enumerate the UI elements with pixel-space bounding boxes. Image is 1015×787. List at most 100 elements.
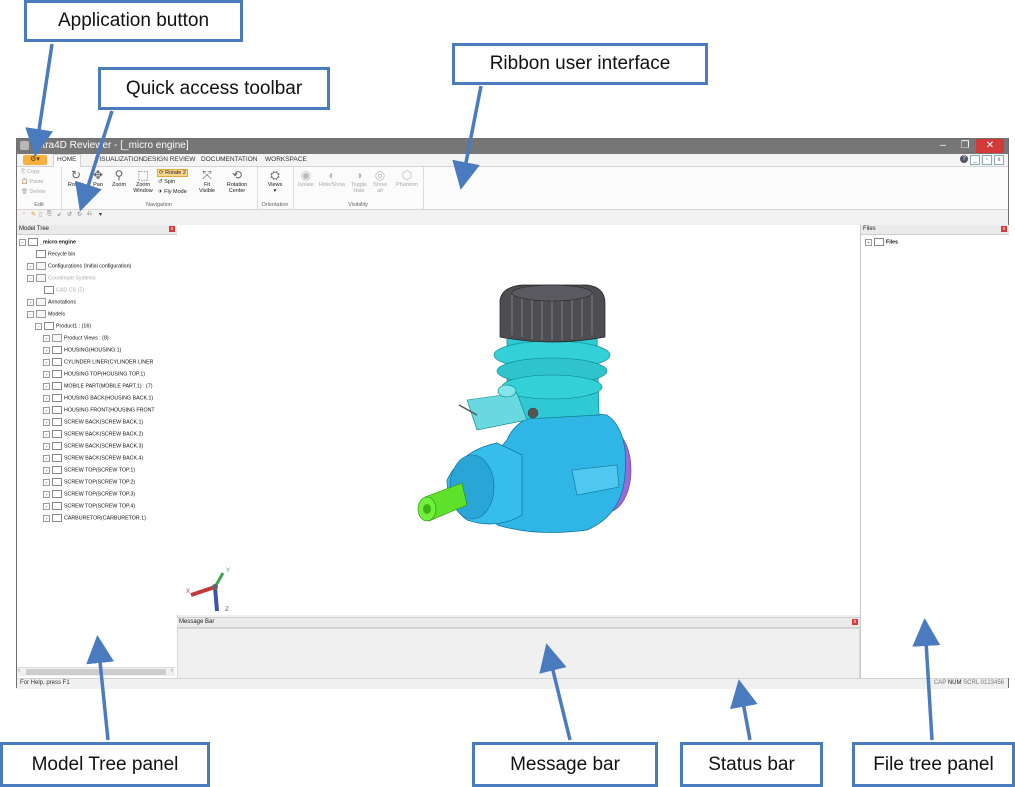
tree-item[interactable]: + CARBURETOR(CARBURETOR.1) [43, 514, 146, 522]
hide-show-button[interactable]: ◐ Hide/Show [317, 169, 347, 188]
tab-home[interactable]: HOME [53, 154, 81, 167]
scroll-thumb[interactable] [26, 669, 166, 675]
expand-icon[interactable]: + [43, 334, 50, 342]
copy-button[interactable]: ⎘ Copy [21, 169, 40, 176]
rotate-button[interactable]: ↻ Rotate [64, 169, 88, 188]
expand-icon[interactable]: + [43, 466, 50, 474]
ribbon-restore-button[interactable]: ▫ [982, 155, 992, 165]
expand-icon[interactable]: + [43, 418, 50, 426]
tree-item[interactable]: + SCREW BACK(SCREW BACK.4) [43, 454, 143, 462]
expand-icon[interactable]: + [43, 502, 50, 510]
qat-tool1-icon[interactable]: ↙ [57, 211, 62, 218]
files-close-button[interactable]: x [1001, 226, 1007, 232]
tree-item[interactable]: + HOUSING FRONT(HOUSING FRONT [43, 406, 155, 414]
scroll-left-icon[interactable]: ‹ [18, 668, 20, 674]
ribbon-minimize-button[interactable]: _ [970, 155, 980, 165]
rotation-center-button[interactable]: ⟲ Rotation Center [221, 169, 253, 194]
pan-button[interactable]: ✥ Pan [88, 169, 108, 188]
expand-icon[interactable]: + [43, 346, 50, 354]
tree-item[interactable]: + MOBILE PART(MOBILE PART.1) : (7) [43, 382, 153, 390]
zoom-button[interactable]: ⚲ Zoom [108, 169, 130, 188]
tree-item[interactable]: + SCREW BACK(SCREW BACK.3) [43, 442, 143, 450]
expand-icon[interactable]: + [43, 478, 50, 486]
qat-tool2-icon[interactable]: ↺ [67, 211, 72, 218]
tree-item[interactable]: + SCREW TOP(SCREW TOP.3) [43, 490, 135, 498]
expand-icon[interactable]: + [43, 358, 50, 366]
qat-new-icon[interactable]: ▫ [23, 211, 25, 217]
tree-item[interactable]: + Configurations (Initial configuration) [27, 262, 131, 270]
tree-item[interactable]: + HOUSING TOP(HOUSING TOP.1) [43, 370, 145, 378]
engine-model[interactable]: Y X Z [177, 225, 860, 615]
part-icon [52, 418, 62, 426]
qat-open-icon[interactable]: ▯ [39, 211, 42, 218]
expand-icon[interactable]: − [35, 322, 42, 330]
expand-icon[interactable]: + [43, 454, 50, 462]
phantom-button[interactable]: ⬡ Phantom [393, 169, 421, 188]
qat-copy-icon[interactable]: ⎘ [47, 211, 52, 218]
expand-icon[interactable]: + [27, 262, 34, 270]
qat-tool3-icon[interactable]: ↻ [77, 211, 82, 218]
scroll-right-icon[interactable]: › [171, 668, 173, 674]
qat-edit-icon[interactable]: ✎ [31, 211, 36, 218]
application-button[interactable]: ⚙▾ [23, 155, 47, 165]
tab-visualization[interactable]: VISUALIZATION [95, 156, 143, 163]
tree-item[interactable]: + SCREW BACK(SCREW BACK.1) [43, 418, 143, 426]
delete-button[interactable]: 🗑 Delete [21, 189, 45, 195]
expand-icon[interactable]: + [43, 382, 50, 390]
files-root[interactable]: + Files [865, 238, 898, 246]
expand-icon[interactable]: + [43, 490, 50, 498]
message-bar-close-button[interactable]: x [852, 619, 858, 625]
help-icon[interactable]: ? [960, 155, 968, 163]
tab-workspace[interactable]: WORKSPACE [265, 156, 307, 163]
ribbon-close-button[interactable]: x [994, 155, 1004, 165]
expand-icon[interactable]: − [19, 238, 26, 246]
fly-mode-button[interactable]: ✈ Fly Mode [158, 189, 187, 195]
spin-button[interactable]: ↺ Spin [158, 179, 175, 185]
tree-item[interactable]: + Product Views : (8) [43, 334, 109, 342]
isolate-button[interactable]: ◉ Isolate [295, 169, 317, 188]
tree-item[interactable]: +CAD CS (Z) [35, 286, 84, 294]
expand-icon[interactable]: + [43, 394, 50, 402]
expand-icon[interactable]: + [43, 370, 50, 378]
tree-item[interactable]: + CYLINDER LINER(CYLINDER LINER [43, 358, 153, 366]
expand-icon[interactable]: + [43, 514, 50, 522]
restore-button[interactable]: ❐ [954, 139, 976, 153]
tab-design-review[interactable]: DESIGN REVIEW [143, 156, 195, 163]
expand-icon[interactable]: + [43, 430, 50, 438]
qat-customize-icon[interactable]: ▾ [99, 211, 102, 218]
3d-viewport[interactable]: Y X Z [177, 225, 860, 615]
tree-item[interactable]: + HOUSING(HOUSING.1) [43, 346, 121, 354]
tree-item[interactable]: + SCREW TOP(SCREW TOP.2) [43, 478, 135, 486]
tree-item[interactable]: − Models [27, 310, 65, 318]
tree-item[interactable]: + SCREW BACK(SCREW BACK.2) [43, 430, 143, 438]
paste-button[interactable]: 📋 Paste [21, 179, 43, 185]
expand-icon[interactable]: − [27, 310, 34, 318]
expand-icon[interactable]: + [865, 238, 872, 246]
close-button[interactable]: ✕ [976, 139, 1004, 153]
expand-icon[interactable]: − [27, 274, 34, 282]
expand-icon[interactable]: + [43, 406, 50, 414]
toggle-hide-button[interactable]: ◑ Toggle Hide [348, 169, 370, 194]
tree-item[interactable]: + Annotations [27, 298, 76, 306]
fit-visible-button[interactable]: ⤧ Fit Visible [194, 169, 220, 194]
qat-tool4-icon[interactable]: ⎌ [87, 211, 92, 218]
tree-item[interactable]: − _micro engine [19, 238, 76, 246]
minimize-button[interactable]: – [932, 139, 954, 153]
tree-item[interactable]: + SCREW TOP(SCREW TOP.4) [43, 502, 135, 510]
tree-item[interactable]: +Recycle bin [27, 250, 75, 258]
expand-icon[interactable]: + [43, 442, 50, 450]
recycle-bin-icon [36, 250, 46, 258]
rotate2-button[interactable]: ⟳ Rotate 2 [157, 169, 188, 177]
tree-item[interactable]: − Coordinate Systems [27, 274, 96, 282]
part-icon [52, 490, 62, 498]
tree-item[interactable]: + SCREW TOP(SCREW TOP.1) [43, 466, 135, 474]
zoom-window-button[interactable]: ⬚ Zoom Window [130, 169, 156, 194]
tab-documentation[interactable]: DOCUMENTATION [201, 156, 257, 163]
show-all-button[interactable]: ◎ Show all [370, 169, 390, 194]
horizontal-scrollbar[interactable]: ‹ › [17, 667, 175, 676]
views-button[interactable]: ⛭ Views ▾ [261, 169, 289, 194]
model-tree-close-button[interactable]: x [169, 226, 175, 232]
tree-item[interactable]: + HOUSING BACK(HOUSING BACK.1) [43, 394, 153, 402]
tree-item[interactable]: − Product1 : (16) [35, 322, 91, 330]
expand-icon[interactable]: + [27, 298, 34, 306]
